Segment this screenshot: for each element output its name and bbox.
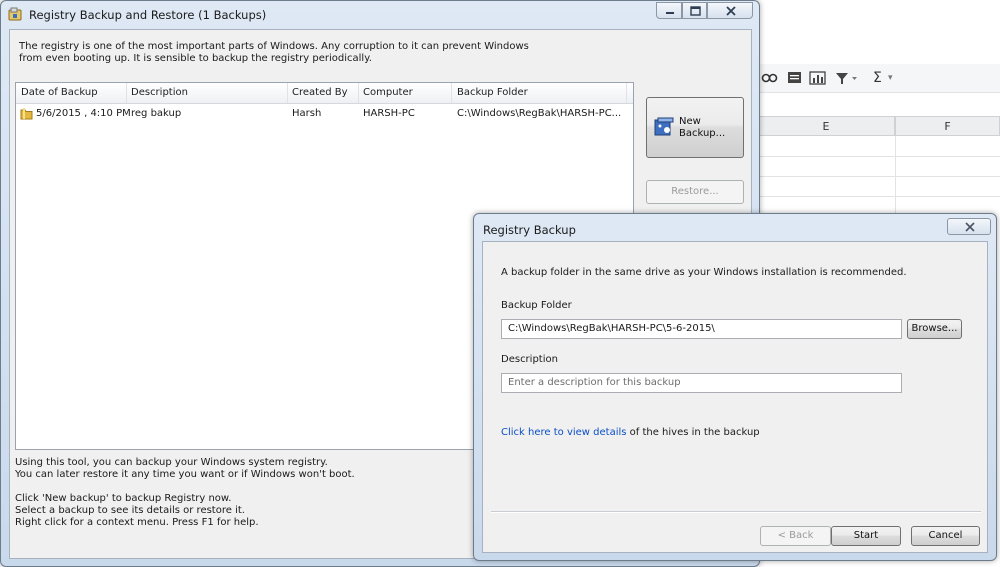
start-button[interactable]: Start — [831, 526, 901, 546]
dialog-title: Registry Backup — [483, 223, 576, 237]
help-line-3: Click 'New backup' to backup Registry no… — [15, 493, 232, 504]
view-details-link[interactable]: Click here to view details — [501, 427, 626, 438]
column-computer[interactable]: Computer — [363, 87, 413, 98]
help-line-1: Using this tool, you can backup your Win… — [15, 457, 328, 468]
row-created-by: Harsh — [292, 108, 322, 119]
dialog-close-button[interactable] — [947, 218, 991, 235]
help-text: Using this tool, you can backup your Win… — [15, 457, 475, 529]
back-button[interactable]: < Back — [760, 526, 831, 546]
help-line-2: You can later restore it any time you wa… — [15, 469, 355, 480]
maximize-button[interactable] — [682, 2, 707, 19]
details-suffix: of the hives in the backup — [626, 427, 760, 438]
description-label: Description — [501, 354, 558, 365]
spreadsheet-toolbar: Σ ▾ — [757, 64, 1000, 93]
column-description[interactable]: Description — [131, 87, 188, 98]
column-header-e[interactable]: E — [757, 116, 895, 136]
new-backup-label-1: New — [679, 116, 701, 127]
grid-row-line — [757, 176, 1000, 177]
help-line-5: Right click for a context menu. Press F1… — [15, 517, 259, 528]
intro-line-2: from even booting up. It is sensible to … — [19, 53, 372, 64]
row-date: 5/6/2015 , 4:10 PM — [36, 108, 131, 119]
grid-row-line — [757, 156, 1000, 157]
chart-icon[interactable] — [809, 70, 827, 90]
sum-icon[interactable]: Σ — [873, 70, 882, 86]
list-header: Date of Backup Description Created By Co… — [16, 83, 633, 104]
restore-button[interactable]: Restore... — [646, 180, 744, 204]
app-icon — [8, 7, 22, 21]
column-divider[interactable] — [287, 83, 288, 103]
close-button[interactable] — [707, 2, 753, 19]
grid-column-line — [895, 136, 896, 216]
dialog-client-area: A backup folder in the same drive as you… — [482, 241, 988, 553]
row-description: reg bakup — [131, 108, 182, 119]
intro-text: The registry is one of the most importan… — [19, 41, 539, 65]
minimize-button[interactable] — [656, 2, 682, 19]
table-row[interactable]: 5/6/2015 , 4:10 PM reg bakup Harsh HARSH… — [16, 105, 633, 123]
backup-icon — [653, 116, 675, 141]
cancel-button[interactable]: Cancel — [911, 526, 980, 546]
window-title: Registry Backup and Restore (1 Backups) — [29, 8, 267, 22]
backup-folder-input[interactable]: C:\Windows\RegBak\HARSH-PC\5-6-2015\ — [501, 319, 902, 339]
registry-backup-dialog: Registry Backup A backup folder in the s… — [473, 213, 997, 561]
grid-row-line — [757, 196, 1000, 197]
new-backup-label-2: Backup... — [679, 128, 726, 139]
row-computer: HARSH-PC — [363, 108, 415, 119]
intro-line-1: The registry is one of the most importan… — [19, 41, 529, 52]
row-backup-folder: C:\Windows\RegBak\HARSH-PC... — [457, 108, 622, 119]
comment-icon[interactable] — [787, 70, 803, 90]
column-divider[interactable] — [358, 83, 359, 103]
column-divider[interactable] — [126, 83, 127, 103]
help-line-4: Select a backup to see its details or re… — [15, 505, 245, 516]
column-date[interactable]: Date of Backup — [21, 87, 98, 98]
link-icon[interactable] — [761, 70, 779, 88]
column-divider[interactable] — [626, 83, 627, 103]
description-input[interactable]: Enter a description for this backup — [501, 373, 902, 393]
dialog-divider — [491, 511, 981, 513]
column-backup-folder[interactable]: Backup Folder — [457, 87, 528, 98]
browse-button[interactable]: Browse... — [907, 319, 962, 339]
backup-folder-label: Backup Folder — [501, 300, 572, 311]
new-backup-button[interactable]: New Backup... — [646, 97, 744, 158]
recommend-text: A backup folder in the same drive as you… — [501, 267, 907, 278]
filter-icon[interactable] — [835, 70, 859, 90]
column-created-by[interactable]: Created By — [292, 87, 348, 98]
details-text: Click here to view details of the hives … — [501, 427, 760, 438]
column-header-f[interactable]: F — [895, 116, 1000, 136]
column-divider[interactable] — [451, 83, 452, 103]
chevron-down-icon[interactable]: ▾ — [888, 73, 893, 83]
folder-icon — [20, 107, 34, 124]
